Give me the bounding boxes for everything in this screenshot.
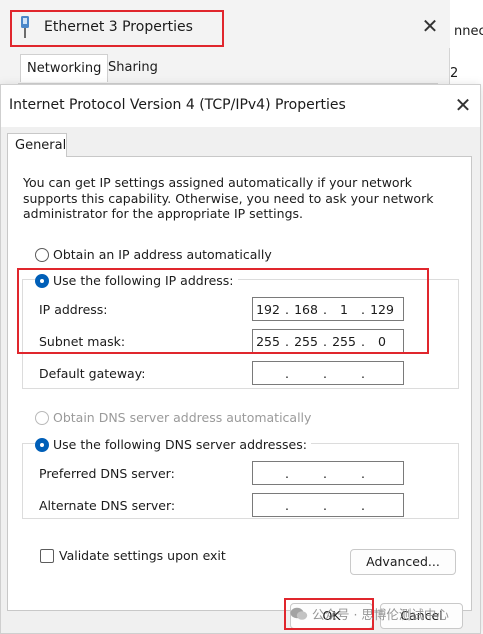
dns-manual-label: Use the following DNS server addresses: — [53, 437, 307, 452]
ip-octet-4: 129 — [370, 301, 394, 317]
general-tab-panel: You can get IP settings assigned automat… — [7, 156, 472, 611]
watermark: 公众号 · 思博伦测试中心 — [290, 604, 449, 623]
dns-auto-label: Obtain DNS server address automatically — [53, 410, 312, 425]
mask-octet-4: 0 — [378, 333, 386, 349]
ipv4-properties-dialog: Internet Protocol Version 4 (TCP/IPv4) P… — [0, 84, 481, 634]
preferred-dns-field[interactable]: . . . — [252, 461, 404, 485]
ip-auto-label: Obtain an IP address automatically — [53, 247, 272, 262]
dialog-title: Internet Protocol Version 4 (TCP/IPv4) P… — [9, 97, 346, 113]
ip-auto-radio[interactable] — [35, 247, 49, 262]
default-gateway-label: Default gateway: — [39, 366, 146, 381]
alternate-dns-field[interactable]: . . . — [252, 493, 404, 517]
ip-address-field[interactable]: 192. 168. 1. 129 — [252, 297, 404, 321]
default-gateway-field[interactable]: . . . — [252, 361, 404, 385]
preferred-dns-label: Preferred DNS server: — [39, 466, 175, 481]
ip-manual-label: Use the following IP address: — [53, 273, 234, 288]
tab-sharing[interactable]: Sharing — [102, 54, 164, 82]
dns-auto-option[interactable]: Obtain DNS server address automatically — [35, 410, 311, 425]
mask-octet-1: 255 — [256, 333, 280, 349]
subnet-mask-label: Subnet mask: — [39, 334, 126, 349]
ethernet-tabs: Networking Sharing — [18, 54, 438, 84]
ip-auto-option[interactable]: Obtain an IP address automatically — [35, 247, 272, 262]
tab-networking[interactable]: Networking — [20, 54, 109, 82]
ethernet-window-title: Ethernet 3 Properties — [44, 19, 193, 35]
intro-text: You can get IP settings assigned automat… — [23, 175, 434, 221]
validate-checkbox[interactable] — [40, 548, 54, 563]
validate-label: Validate settings upon exit — [59, 548, 226, 563]
dialog-titlebar: Internet Protocol Version 4 (TCP/IPv4) P… — [1, 85, 480, 127]
ip-octet-2: 168 — [294, 301, 318, 317]
dns-auto-radio[interactable] — [35, 410, 49, 425]
ethernet-titlebar: Ethernet 3 Properties ✕ — [0, 0, 450, 48]
dns-manual-radio[interactable] — [35, 437, 49, 452]
side-text-number: 2 — [450, 66, 459, 81]
close-icon[interactable]: ✕ — [451, 93, 475, 117]
close-icon[interactable]: ✕ — [418, 14, 442, 38]
ip-octet-3: 1 — [340, 301, 348, 317]
tab-general[interactable]: General — [7, 133, 67, 157]
ip-manual-option[interactable]: Use the following IP address: — [35, 273, 238, 288]
watermark-text: 公众号 · 思博伦测试中心 — [312, 607, 449, 622]
mask-octet-3: 255 — [332, 333, 356, 349]
alternate-dns-label: Alternate DNS server: — [39, 498, 176, 513]
side-text-connection: nnecti — [454, 24, 483, 39]
ip-manual-radio[interactable] — [35, 273, 49, 288]
wechat-icon — [290, 607, 308, 620]
mask-octet-2: 255 — [294, 333, 318, 349]
dns-manual-option[interactable]: Use the following DNS server addresses: — [35, 437, 311, 452]
advanced-button[interactable]: Advanced... — [350, 549, 456, 575]
validate-option[interactable]: Validate settings upon exit — [40, 548, 226, 563]
ip-address-label: IP address: — [39, 302, 108, 317]
network-adapter-icon — [21, 16, 29, 38]
ip-octet-1: 192 — [256, 301, 280, 317]
subnet-mask-field[interactable]: 255. 255. 255. 0 — [252, 329, 404, 353]
